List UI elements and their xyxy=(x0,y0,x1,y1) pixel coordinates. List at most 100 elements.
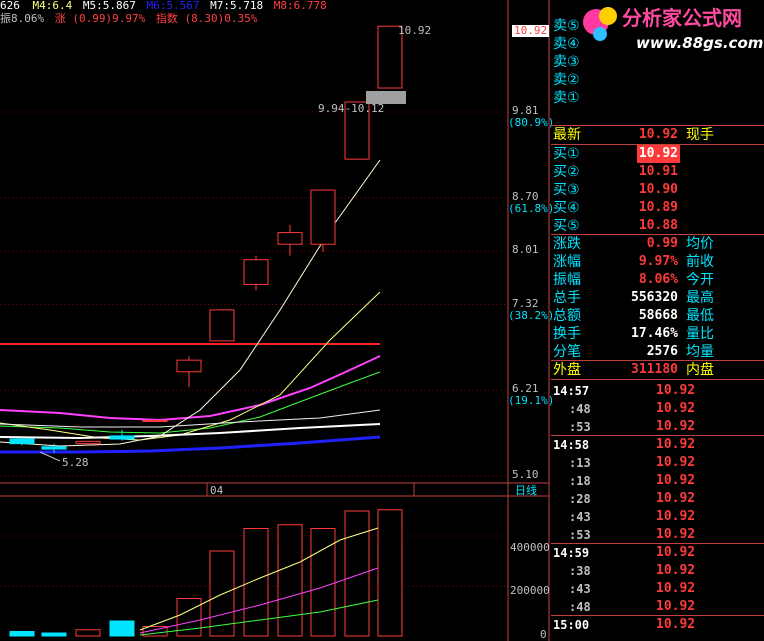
stat-label: 分笔 xyxy=(553,344,581,360)
tick-row: :18 10.92 xyxy=(551,472,764,490)
stat-right-label: 最低 xyxy=(686,308,714,324)
candle-body xyxy=(75,440,101,445)
tick-price: 10.92 xyxy=(656,491,696,506)
stat-value: 556320 xyxy=(631,290,678,305)
stat-label: 振幅 xyxy=(553,272,581,288)
stat-right-label: 均价 xyxy=(686,236,714,252)
sell-label: 卖② xyxy=(553,72,580,88)
stat-row: 振幅 8.06% 今开 xyxy=(551,271,764,289)
tick-row: 14:57 10.92 xyxy=(551,382,764,400)
buy-price: 10.92 xyxy=(636,145,680,163)
volume-bar xyxy=(41,632,67,637)
candle-body xyxy=(310,189,336,245)
separator xyxy=(551,435,764,436)
candle-body xyxy=(41,446,67,450)
stat-row: 分笔 2576 均量 xyxy=(551,343,764,361)
sell-row: 卖③ xyxy=(551,53,764,71)
tick-row: 15:00 10.92 xyxy=(551,616,764,634)
candle-body xyxy=(109,435,135,440)
price-axis-label: 8.70 xyxy=(512,189,539,203)
tick-price: 10.92 xyxy=(656,527,696,542)
volume-bar xyxy=(344,510,370,637)
tick-row: :53 10.92 xyxy=(551,418,764,436)
price-axis-pct: (38.2%) xyxy=(508,308,555,322)
period-label[interactable]: 日线 xyxy=(515,485,537,497)
tick-time: :53 xyxy=(569,528,591,542)
volume-axis-400k: 400000 xyxy=(510,541,550,554)
sell-label: 卖⑤ xyxy=(553,18,580,34)
tick-price: 10.92 xyxy=(656,563,696,578)
tick-price: 10.92 xyxy=(656,581,696,596)
range-annotation: 9.94-10.12 xyxy=(318,102,385,115)
stat-label: 换手 xyxy=(553,326,581,342)
candle-body xyxy=(9,438,35,445)
tick-time: :53 xyxy=(569,420,591,434)
sell-label: 卖③ xyxy=(553,54,580,70)
sell-row: 卖① xyxy=(551,89,764,107)
price-axis-pct: (80.9%) xyxy=(508,116,555,129)
stat-label: 总手 xyxy=(553,290,581,306)
tick-price: 10.92 xyxy=(656,473,696,488)
tick-time: 15:00 xyxy=(553,618,590,632)
price-axis-label: 8.01 xyxy=(512,243,539,257)
tick-time: :43 xyxy=(569,582,591,596)
buy-label: 买① xyxy=(553,146,580,162)
buy-price: 10.89 xyxy=(638,200,678,215)
sell-label: 卖④ xyxy=(553,36,580,52)
candle-body xyxy=(243,259,269,285)
separator xyxy=(551,543,764,544)
sell-row: 卖④ xyxy=(551,35,764,53)
buy-row: 买③ 10.90 xyxy=(551,181,764,199)
stat-right-label: 今开 xyxy=(686,272,714,288)
volume-bar xyxy=(75,629,101,637)
price-axis-label: 5.10 xyxy=(512,468,539,482)
candle-body xyxy=(142,419,168,422)
tick-time: :28 xyxy=(569,492,591,506)
date-label: 04 xyxy=(210,484,224,497)
sell-row: 卖② xyxy=(551,71,764,89)
stat-row: 换手 17.46% 量比 xyxy=(551,325,764,343)
outer-inner-row: 外盘 311180 内盘 xyxy=(551,361,764,379)
kline-chart[interactable] xyxy=(0,0,551,641)
price-axis-pct: (61.8%) xyxy=(508,201,555,215)
tick-row: 14:58 10.92 xyxy=(551,436,764,454)
tick-row: :43 10.92 xyxy=(551,580,764,598)
tick-price: 10.92 xyxy=(656,401,696,416)
volume-bar xyxy=(277,524,303,637)
tick-time: :13 xyxy=(569,456,591,470)
stat-row: 涨跌 0.99 均价 xyxy=(551,235,764,253)
latest-right-label: 现手 xyxy=(686,127,714,143)
volume-axis-200k: 200000 xyxy=(510,584,550,597)
ma-blue-line xyxy=(0,435,381,454)
separator xyxy=(551,379,764,380)
candle-body xyxy=(277,232,303,245)
tick-row: 14:59 10.92 xyxy=(551,544,764,562)
buy-row: 买④ 10.89 xyxy=(551,199,764,217)
price-axis-pct: (19.1%) xyxy=(508,394,555,408)
tick-price: 10.92 xyxy=(656,545,696,560)
tick-price: 10.92 xyxy=(656,599,696,614)
tick-row: :48 10.92 xyxy=(551,400,764,418)
tick-price: 10.92 xyxy=(656,617,696,632)
tick-row: :53 10.92 xyxy=(551,526,764,544)
stat-value: 58668 xyxy=(638,308,678,323)
sell-label: 卖① xyxy=(553,90,580,106)
tick-price: 10.92 xyxy=(656,383,696,398)
buy-row: 买② 10.91 xyxy=(551,163,764,181)
price-axis-label: 7.32 xyxy=(512,296,539,310)
sell-row: 卖⑤ xyxy=(551,17,764,35)
tick-price: 10.92 xyxy=(656,509,696,524)
stat-value: 0.99 xyxy=(646,236,678,251)
tick-time: :48 xyxy=(569,600,591,614)
tick-time: 14:59 xyxy=(553,546,590,560)
tick-time: 14:58 xyxy=(553,438,590,452)
stat-right-label: 量比 xyxy=(686,326,714,342)
volume-bar xyxy=(209,550,235,637)
latest-value: 10.92 xyxy=(638,127,678,142)
candle-body xyxy=(176,359,202,373)
volume-bar xyxy=(109,620,135,637)
tick-price: 10.92 xyxy=(656,437,696,452)
tick-time: :43 xyxy=(569,510,591,524)
outer-value: 311180 xyxy=(631,362,678,377)
outer-label: 外盘 xyxy=(553,362,581,378)
